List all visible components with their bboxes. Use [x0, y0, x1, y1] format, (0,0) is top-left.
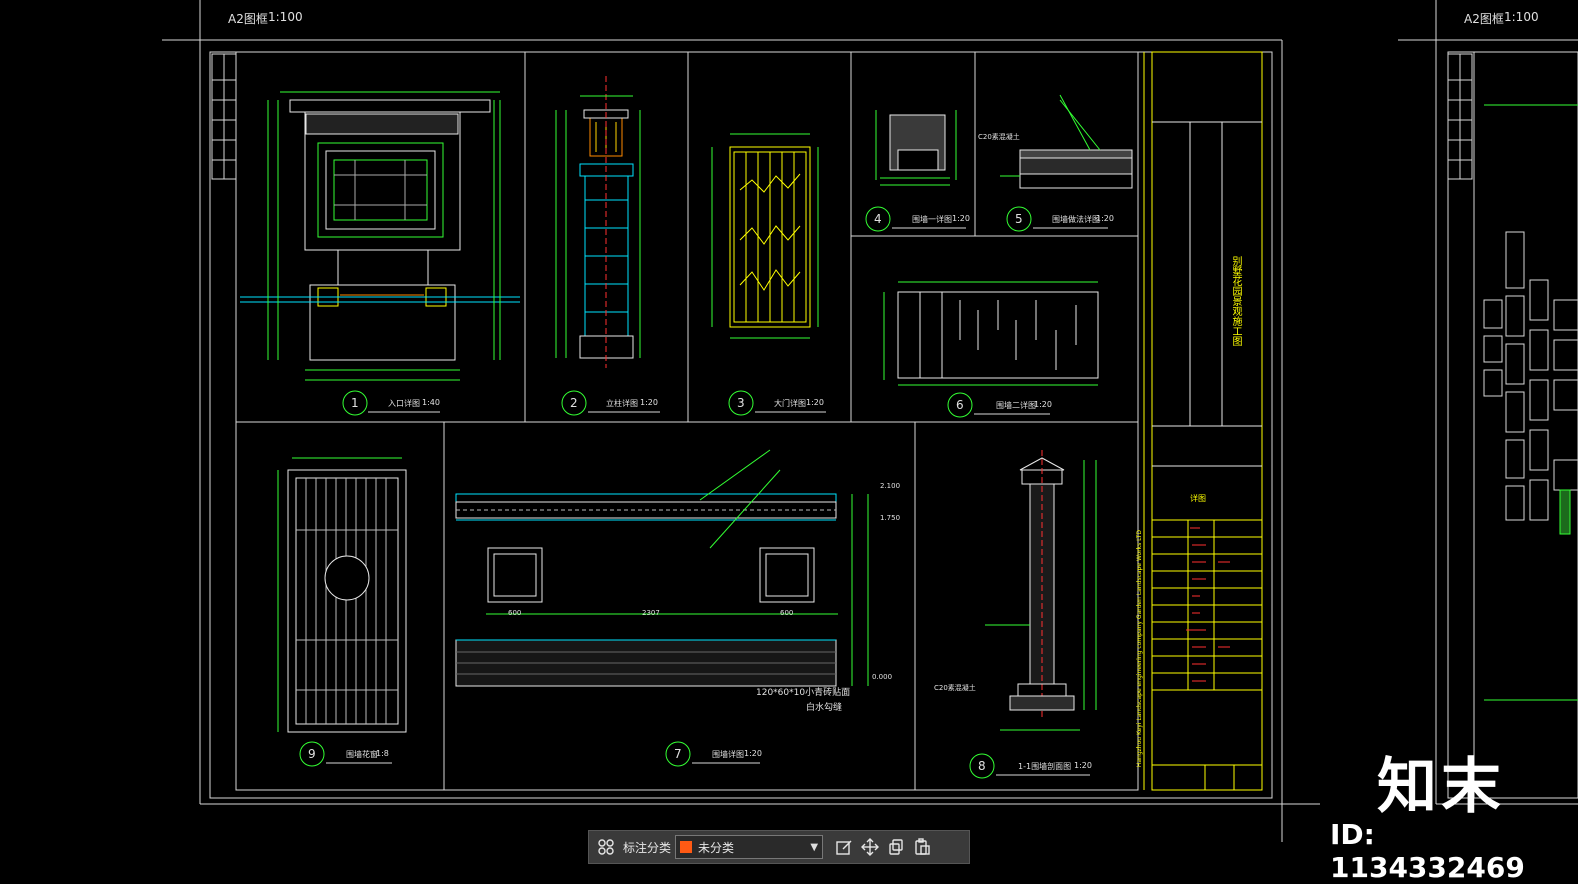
detail-2-title: 立柱详图 — [606, 399, 638, 408]
detail-1-scale: 1:40 — [422, 398, 440, 407]
detail-3-gate-drawing — [711, 133, 819, 339]
elevation-marker-3: 0.000 — [872, 673, 893, 681]
detail-3-scale: 1:20 — [806, 398, 824, 407]
detail-4-wall-drawing — [875, 110, 957, 186]
detail-4-scale: 1:20 — [952, 214, 970, 223]
detail-5-scale: 1:20 — [1096, 214, 1114, 223]
detail-5-number: 5 — [1015, 212, 1023, 226]
detail-2-column-drawing — [555, 76, 641, 368]
image-id-label: ID: 1134332469 — [1330, 818, 1525, 884]
detail-5-title: 围墙做法详图 — [1052, 215, 1100, 224]
detail-5-wall-section-drawing — [1000, 94, 1133, 189]
move-icon[interactable] — [857, 834, 883, 860]
detail-9-number: 9 — [308, 747, 316, 761]
detail-3-number: 3 — [737, 396, 745, 410]
detail-markers — [299, 206, 1032, 779]
brick-spec-note: 120*60*10小青砖贴面 — [756, 688, 851, 698]
detail-6-wall-drawing — [883, 281, 1099, 386]
c20-note-detail-5: C20素混凝土 — [978, 133, 1020, 141]
chevron-down-icon: ▼ — [810, 841, 819, 853]
brand-watermark-logo: 知末 — [1377, 752, 1505, 822]
detail-8-title: 1-1围墙剖面图 — [1018, 762, 1072, 771]
detail-3-title: 大门详图 — [774, 399, 806, 408]
detail-1-entrance-drawing — [240, 91, 520, 381]
elevation-marker-2: 1.750 — [880, 514, 901, 522]
detail-6-title: 围墙二详图 — [996, 401, 1036, 410]
company-name-vertical: Hangzhou Keyi Landscape engineering comp… — [1136, 530, 1143, 768]
edit-icon[interactable] — [831, 834, 857, 860]
category-select[interactable]: 未分类 ▼ — [675, 835, 824, 859]
paste-icon[interactable] — [909, 834, 935, 860]
detail-7-title: 围墙详图 — [712, 750, 744, 759]
detail-1-title: 入口详图 — [388, 399, 420, 408]
left-sheet-scale: 1:100 — [268, 10, 303, 24]
detail-4-title: 围墙一详图 — [912, 215, 952, 224]
annotation-toolbar: 标注分类 未分类 ▼ — [588, 830, 970, 864]
detail-9-window-drawing — [277, 457, 407, 733]
detail-6-scale: 1:20 — [1034, 400, 1052, 409]
right-sheet-title: A2图框 — [1464, 12, 1504, 26]
detail-8-number: 8 — [978, 759, 986, 773]
category-select-value: 未分类 — [698, 840, 735, 855]
elevation-marker-1: 2.100 — [880, 482, 901, 490]
wall-dim-right: 600 — [780, 609, 794, 617]
c20-note: C20素混凝土 — [934, 684, 976, 692]
annotation-category-label: 标注分类 — [623, 840, 672, 855]
detail-2-scale: 1:20 — [640, 398, 658, 407]
left-sheet-title: A2图框 — [228, 12, 268, 26]
detail-8-section-drawing — [985, 450, 1097, 731]
detail-6-number: 6 — [956, 398, 964, 412]
cad-drawing-canvas[interactable] — [0, 0, 1578, 882]
project-title: 别墅花园景观施工图 — [1230, 256, 1241, 346]
detail-2-number: 2 — [570, 396, 578, 410]
detail-4-number: 4 — [874, 212, 882, 226]
wall-dim-left: 600 — [508, 609, 522, 617]
copy-icon[interactable] — [883, 834, 909, 860]
detail-7-number: 7 — [674, 747, 682, 761]
grid-icon[interactable] — [593, 834, 619, 860]
right-sheet-frame — [1398, 0, 1578, 804]
title-block — [1143, 51, 1263, 791]
detail-9-title: 围墙花窗 — [346, 750, 378, 759]
wall-dim-mid: 2307 — [642, 609, 660, 617]
detail-7-wall-elevation-drawing — [455, 449, 869, 687]
left-title-strip — [211, 53, 237, 180]
detail-1-number: 1 — [351, 396, 359, 410]
right-sheet-scale: 1:100 — [1504, 10, 1539, 24]
detail-8-scale: 1:20 — [1074, 761, 1092, 770]
category-color-swatch — [680, 841, 693, 853]
detail-9-scale: 1:8 — [376, 749, 389, 758]
detail-7-scale: 1:20 — [744, 749, 762, 758]
brick-joint-note: 白水勾缝 — [806, 703, 843, 713]
drawing-title: 详图 — [1190, 494, 1206, 503]
